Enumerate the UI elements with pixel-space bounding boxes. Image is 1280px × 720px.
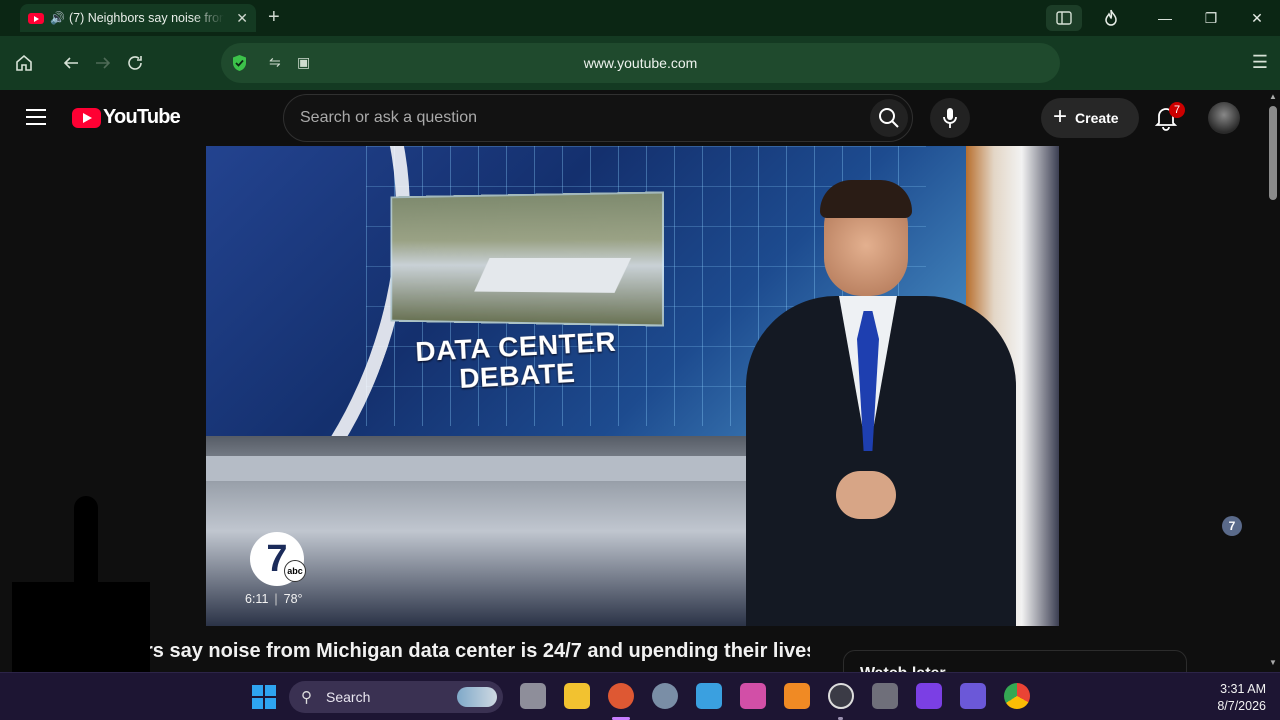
plus-icon: + xyxy=(1053,103,1068,130)
video-aerial-photo xyxy=(390,191,665,327)
url-text[interactable]: www.youtube.com xyxy=(221,55,1060,71)
clock-time: 3:31 AM xyxy=(1220,682,1266,696)
browser-tab-bar: 🔊 (7) Neighbors say noise from Michigan … xyxy=(0,0,1280,36)
hamburger-menu-icon[interactable] xyxy=(26,109,46,125)
video-time-weather: 6:11 | 78° xyxy=(245,592,303,606)
paint-icon[interactable] xyxy=(740,683,766,709)
person-silhouette xyxy=(74,496,98,582)
obs-icon[interactable] xyxy=(828,683,854,709)
fl-studio-icon[interactable] xyxy=(784,683,810,709)
notepad-icon[interactable] xyxy=(696,683,722,709)
news-anchor-hands xyxy=(836,471,896,519)
home-button[interactable] xyxy=(12,51,36,75)
forward-arrow-icon xyxy=(96,57,111,69)
search-icon xyxy=(879,108,899,128)
clipchamp-icon[interactable] xyxy=(916,683,942,709)
scroll-up-icon[interactable]: ▲ xyxy=(1268,92,1278,102)
channel-watermark-icon[interactable]: 7 xyxy=(1222,516,1242,536)
notification-count-badge: 7 xyxy=(1169,102,1185,118)
scroll-down-icon[interactable]: ▼ xyxy=(1268,658,1278,668)
youtube-header: YouTube Search or ask a question + Creat… xyxy=(0,90,1266,146)
audio-playing-icon[interactable]: 🔊 xyxy=(50,11,65,25)
flame-button[interactable] xyxy=(1088,0,1134,36)
browser-tab-active[interactable]: 🔊 (7) Neighbors say noise from Michigan … xyxy=(20,4,256,32)
scrollbar-thumb[interactable] xyxy=(1269,106,1277,200)
home-icon xyxy=(16,54,32,71)
youtube-wordmark: YouTube xyxy=(103,106,181,128)
clock-date: 8/7/2026 xyxy=(1217,699,1266,713)
search-icon: ⚲ xyxy=(301,689,312,706)
settings-icon[interactable] xyxy=(652,683,678,709)
microphone-icon xyxy=(943,108,957,128)
back-button[interactable] xyxy=(59,51,83,75)
taskbar-search-label: Search xyxy=(326,689,371,705)
chrome-icon[interactable] xyxy=(1004,683,1030,709)
browser-nav-bar: ⇋ ▣ www.youtube.com ☰ xyxy=(0,36,1280,90)
video-overlay-title: DATA CENTER DEBATE xyxy=(415,326,619,395)
news-anchor-hair xyxy=(820,180,912,218)
video-player[interactable]: DATA CENTER DEBATE 7 abc 6:11 | 78° xyxy=(206,146,1059,626)
video-title: Neighbors say noise from Michigan data c… xyxy=(150,640,810,662)
minimize-button[interactable]: — xyxy=(1142,0,1188,36)
system-clock[interactable]: 3:31 AM 8/7/2026 xyxy=(1196,681,1266,715)
page-scrollbar[interactable]: ▲ ▼ xyxy=(1266,90,1280,672)
reload-button[interactable] xyxy=(123,51,147,75)
windows-start-icon[interactable] xyxy=(252,685,276,709)
search-box[interactable]: Search or ask a question xyxy=(283,94,913,142)
youtube-logo[interactable]: YouTube xyxy=(72,106,181,129)
flame-icon xyxy=(1105,9,1117,26)
broadcast-temperature: 78° xyxy=(283,592,303,606)
file-explorer-icon[interactable] xyxy=(564,683,590,709)
back-arrow-icon xyxy=(63,57,78,69)
windows-taskbar: ⚲ Search 3:31 AM 8/7/2026 xyxy=(0,672,1280,720)
reload-icon xyxy=(128,56,142,70)
address-bar[interactable]: ⇋ ▣ www.youtube.com xyxy=(221,43,1060,83)
create-label: Create xyxy=(1075,110,1119,126)
youtube-favicon-icon xyxy=(28,12,44,24)
avatar[interactable] xyxy=(1208,102,1240,134)
broadcast-time: 6:11 xyxy=(245,592,269,606)
browser-menu-icon[interactable]: ☰ xyxy=(1252,52,1268,73)
create-button[interactable]: + Create xyxy=(1041,98,1139,138)
search-highlight-image xyxy=(457,687,497,707)
sidebar-toggle-button[interactable] xyxy=(1046,5,1082,31)
tab-title: (7) Neighbors say noise from Michigan da… xyxy=(68,11,224,25)
calculator-icon[interactable] xyxy=(872,683,898,709)
forward-button[interactable] xyxy=(91,51,115,75)
taskbar-search[interactable]: ⚲ Search xyxy=(289,681,503,713)
youtube-play-icon xyxy=(72,107,101,128)
file-manager-icon[interactable] xyxy=(520,683,546,709)
new-tab-button[interactable]: + xyxy=(268,6,280,29)
voice-search-button[interactable] xyxy=(930,98,970,138)
abc-logo: abc xyxy=(284,560,306,582)
tab-close-icon[interactable]: ✕ xyxy=(236,10,248,27)
search-input[interactable]: Search or ask a question xyxy=(300,109,477,127)
sidebar-icon xyxy=(1056,11,1072,25)
duckduckgo-browser-icon[interactable] xyxy=(608,683,634,709)
close-window-button[interactable]: ✕ xyxy=(1234,0,1280,36)
search-button[interactable] xyxy=(870,99,908,137)
notes-icon[interactable] xyxy=(960,683,986,709)
restore-button[interactable]: ❐ xyxy=(1188,0,1234,36)
